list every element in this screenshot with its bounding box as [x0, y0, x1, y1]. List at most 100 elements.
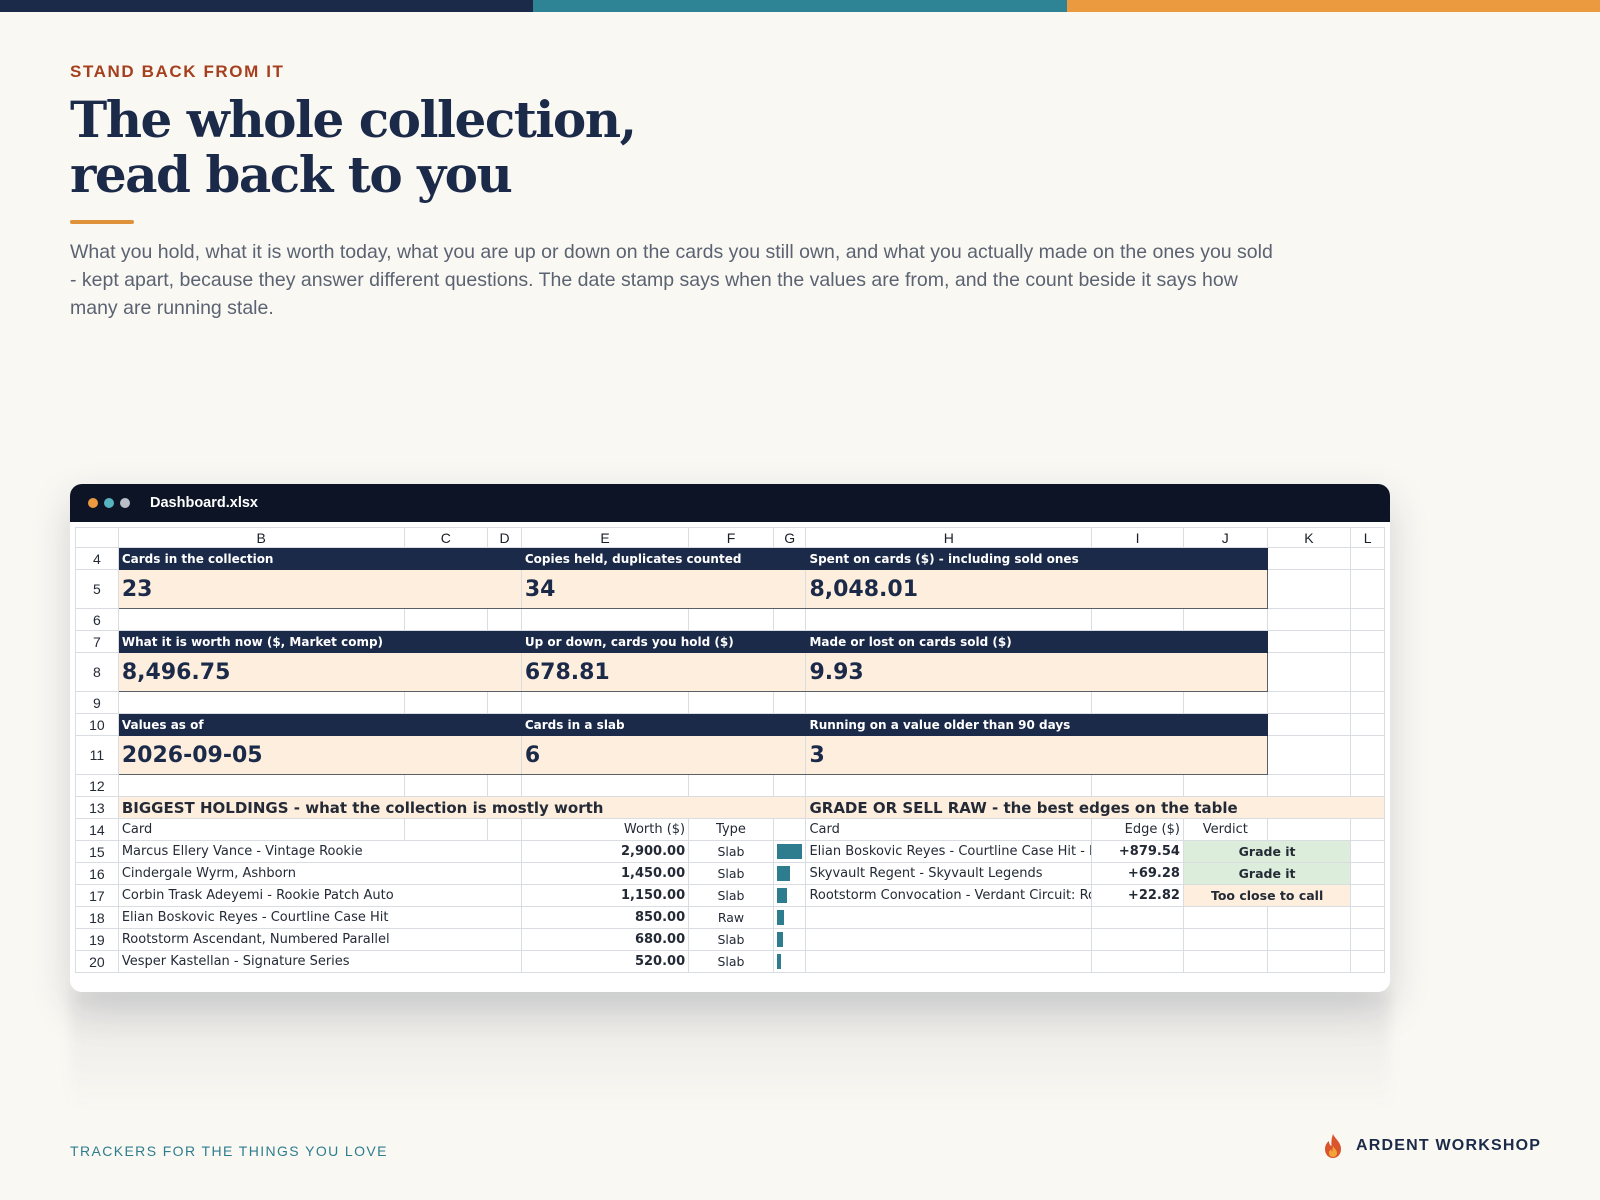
empty-cell[interactable] [1091, 774, 1184, 797]
empty-cell[interactable] [688, 691, 774, 714]
row-number[interactable]: 9 [75, 691, 119, 714]
empty-cell[interactable] [1350, 630, 1385, 653]
empty-cell[interactable] [1350, 569, 1385, 609]
holdings-col-type[interactable]: Type [688, 818, 774, 841]
kpi-label-updown[interactable]: Up or down, cards you hold ($) [520, 630, 807, 653]
empty-cell[interactable] [520, 608, 690, 631]
holdings-col-card[interactable]: Card [117, 818, 405, 841]
row-number[interactable]: 13 [75, 796, 119, 819]
holding-type[interactable]: Slab [688, 928, 774, 951]
col-header-i[interactable]: I [1091, 527, 1184, 548]
grade-section-title[interactable]: GRADE OR SELL RAW - the best edges on th… [805, 796, 1385, 819]
row-number[interactable]: 19 [75, 928, 119, 951]
kpi-label-spent[interactable]: Spent on cards ($) - including sold ones [805, 547, 1268, 570]
grade-edge[interactable]: +879.54 [1091, 840, 1184, 863]
empty-cell[interactable] [805, 928, 1093, 951]
empty-cell[interactable] [1182, 774, 1268, 797]
empty-cell[interactable] [487, 818, 522, 841]
holding-type[interactable]: Slab [688, 840, 774, 863]
kpi-value-slab[interactable]: 6 [520, 735, 807, 775]
holding-worth[interactable]: 520.00 [520, 950, 690, 973]
holding-bar-cell[interactable] [772, 884, 807, 907]
empty-cell[interactable] [1350, 906, 1385, 929]
window-dot-orange-icon[interactable] [88, 498, 98, 508]
empty-cell[interactable] [520, 691, 690, 714]
grade-verdict[interactable]: Grade it [1182, 840, 1352, 863]
kpi-label-made[interactable]: Made or lost on cards sold ($) [805, 630, 1268, 653]
empty-cell[interactable] [1350, 818, 1385, 841]
kpi-value-asof[interactable]: 2026-09-05 [117, 735, 522, 775]
empty-cell[interactable] [805, 774, 1093, 797]
kpi-label-asof[interactable]: Values as of [117, 713, 522, 736]
empty-cell[interactable] [1091, 691, 1184, 714]
col-header-h[interactable]: H [805, 527, 1093, 548]
empty-cell[interactable] [1350, 608, 1385, 631]
grade-col-verdict[interactable]: Verdict [1182, 818, 1268, 841]
empty-cell[interactable] [1350, 862, 1385, 885]
holding-card[interactable]: Marcus Ellery Vance - Vintage Rookie [117, 840, 522, 863]
empty-cell[interactable] [487, 774, 522, 797]
col-header-g[interactable]: G [772, 527, 807, 548]
empty-cell[interactable] [688, 774, 774, 797]
spreadsheet-table[interactable]: B C D E F G H I J K L 4 Cards in the col… [75, 527, 1385, 973]
col-header-e[interactable]: E [520, 527, 690, 548]
corner-cell[interactable] [75, 527, 119, 548]
empty-cell[interactable] [403, 818, 489, 841]
grade-col-card[interactable]: Card [805, 818, 1093, 841]
row-number[interactable]: 7 [75, 630, 119, 653]
empty-cell[interactable] [403, 691, 489, 714]
holding-card[interactable]: Vesper Kastellan - Signature Series [117, 950, 522, 973]
empty-cell[interactable] [1266, 906, 1352, 929]
holding-type[interactable]: Slab [688, 950, 774, 973]
empty-cell[interactable] [1350, 735, 1385, 775]
empty-cell[interactable] [1350, 928, 1385, 951]
kpi-label-cards[interactable]: Cards in the collection [117, 547, 522, 570]
empty-cell[interactable] [1091, 906, 1184, 929]
window-dot-teal-icon[interactable] [104, 498, 114, 508]
sheet-grid[interactable]: B C D E F G H I J K L 4 Cards in the col… [75, 527, 1385, 973]
empty-cell[interactable] [117, 608, 405, 631]
col-header-c[interactable]: C [403, 527, 489, 548]
holding-type[interactable]: Raw [688, 906, 774, 929]
holding-worth[interactable]: 2,900.00 [520, 840, 690, 863]
kpi-value-worth[interactable]: 8,496.75 [117, 652, 522, 692]
row-number[interactable]: 5 [75, 569, 119, 609]
empty-cell[interactable] [1266, 928, 1352, 951]
empty-cell[interactable] [1182, 691, 1268, 714]
holding-worth[interactable]: 680.00 [520, 928, 690, 951]
row-number[interactable]: 18 [75, 906, 119, 929]
holdings-section-title[interactable]: BIGGEST HOLDINGS - what the collection i… [117, 796, 807, 819]
row-number[interactable]: 10 [75, 713, 119, 736]
empty-cell[interactable] [1266, 569, 1352, 609]
empty-cell[interactable] [1266, 735, 1352, 775]
col-header-f[interactable]: F [688, 527, 774, 548]
holding-bar-cell[interactable] [772, 840, 807, 863]
empty-cell[interactable] [1350, 547, 1385, 570]
empty-cell[interactable] [1182, 928, 1268, 951]
empty-cell[interactable] [117, 691, 405, 714]
kpi-value-stale[interactable]: 3 [805, 735, 1268, 775]
grade-col-edge[interactable]: Edge ($) [1091, 818, 1184, 841]
row-number[interactable]: 4 [75, 547, 119, 570]
empty-cell[interactable] [688, 608, 774, 631]
empty-cell[interactable] [117, 774, 405, 797]
empty-cell[interactable] [805, 950, 1093, 973]
kpi-label-stale[interactable]: Running on a value older than 90 days [805, 713, 1268, 736]
col-header-l[interactable]: L [1350, 527, 1385, 548]
empty-cell[interactable] [1350, 691, 1385, 714]
holding-worth[interactable]: 1,450.00 [520, 862, 690, 885]
kpi-value-made[interactable]: 9.93 [805, 652, 1268, 692]
empty-cell[interactable] [1350, 884, 1385, 907]
holding-bar-cell[interactable] [772, 862, 807, 885]
empty-cell[interactable] [487, 691, 522, 714]
empty-cell[interactable] [772, 608, 807, 631]
grade-verdict[interactable]: Grade it [1182, 862, 1352, 885]
empty-cell[interactable] [805, 608, 1093, 631]
empty-cell[interactable] [1266, 630, 1352, 653]
grade-edge[interactable]: +69.28 [1091, 862, 1184, 885]
holding-worth[interactable]: 1,150.00 [520, 884, 690, 907]
row-number[interactable]: 17 [75, 884, 119, 907]
empty-cell[interactable] [1266, 547, 1352, 570]
holding-card[interactable]: Rootstorm Ascendant, Numbered Parallel [117, 928, 522, 951]
empty-cell[interactable] [1350, 840, 1385, 863]
